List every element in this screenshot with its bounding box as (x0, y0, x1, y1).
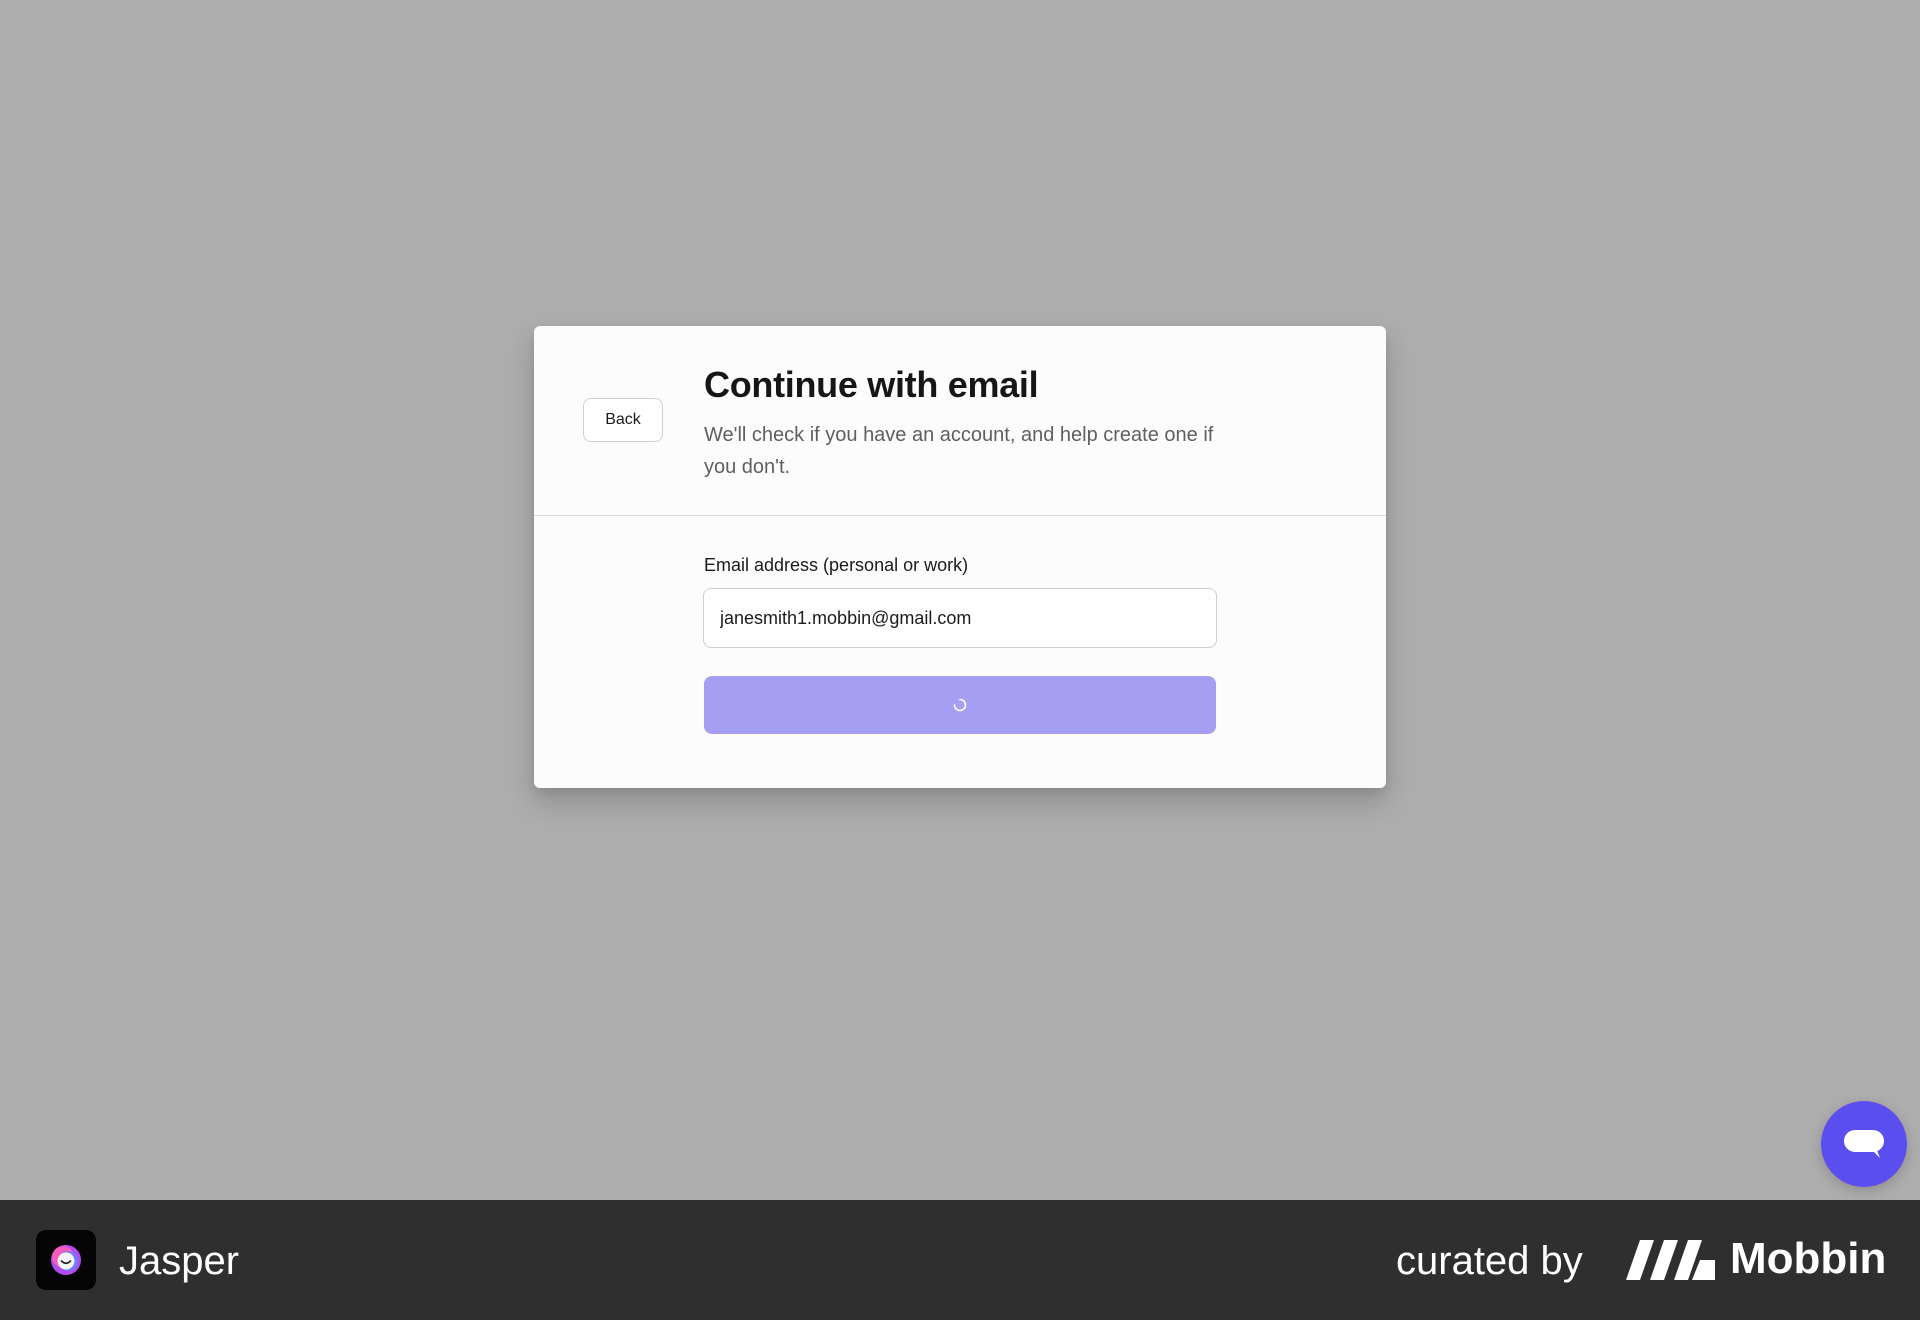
brand-name: Mobbin (1730, 1234, 1887, 1283)
spinner-icon (953, 698, 967, 712)
chat-launcher-button[interactable] (1821, 1101, 1907, 1187)
chat-bubble-icon (1844, 1130, 1884, 1158)
dialog-title: Continue with email (704, 364, 1039, 405)
app-name: Jasper (119, 1239, 240, 1283)
continue-button-loading[interactable] (704, 676, 1216, 734)
email-field[interactable] (703, 588, 1217, 648)
mobbin-logo-icon (1626, 1240, 1715, 1280)
back-button[interactable]: Back (583, 398, 663, 442)
footer-bar: Jasper curated by Mobbin (0, 1200, 1920, 1320)
dialog-header: Back Continue with email We'll check if … (534, 326, 1386, 516)
email-field-label: Email address (personal or work) (704, 555, 969, 575)
jasper-logo-icon (36, 1230, 96, 1290)
dialog-subtitle: We'll check if you have an account, and … (704, 424, 1214, 478)
curated-by-text: curated by (1396, 1239, 1583, 1283)
continue-with-email-dialog: Back Continue with email We'll check if … (534, 326, 1386, 788)
